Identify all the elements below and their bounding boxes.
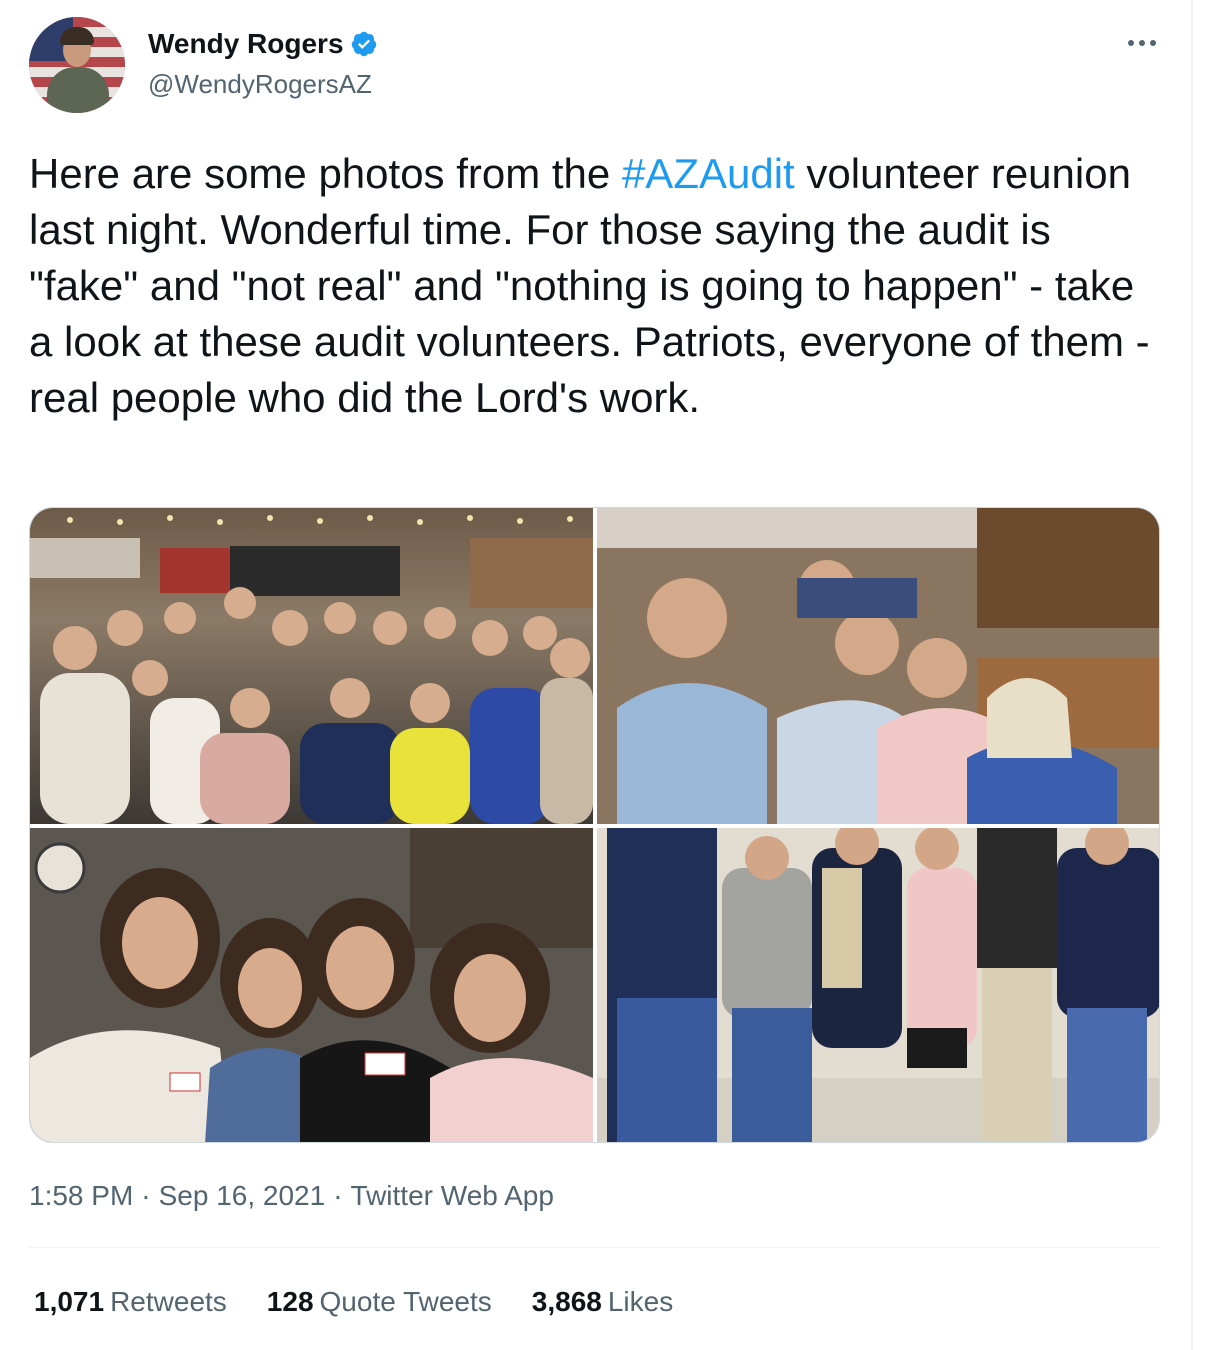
tweet-source[interactable]: Twitter Web App [351, 1176, 554, 1216]
retweets-label: Retweets [110, 1286, 227, 1317]
photo-2-image [597, 508, 1159, 824]
avatar-hair [60, 27, 94, 45]
engagement-stats: 1,071 Retweets 128 Quote Tweets 3,868 Likes [34, 1284, 673, 1320]
verified-badge-icon [351, 31, 376, 57]
likes-stat[interactable]: 3,868 Likes [532, 1284, 673, 1320]
meta-separator: · [333, 1180, 343, 1211]
avatar-flight-suit [47, 67, 109, 113]
tweet-text: Here are some photos from the #AZAudit v… [29, 146, 1169, 426]
photo-grid [29, 507, 1160, 1143]
retweets-stat[interactable]: 1,071 Retweets [34, 1284, 227, 1320]
avatar[interactable] [29, 17, 125, 113]
more-options-icon[interactable] [1122, 28, 1162, 58]
retweets-count: 1,071 [34, 1286, 105, 1317]
tweet-metadata: 1:58 PM · Sep 16, 2021 · Twitter Web App [29, 1176, 554, 1216]
author-handle[interactable]: @WendyRogersAZ [148, 66, 372, 102]
tweet-text-part: Here are some photos from the [29, 150, 622, 197]
photo-4[interactable] [597, 828, 1159, 1142]
quote-tweets-stat[interactable]: 128 Quote Tweets [267, 1284, 492, 1320]
hashtag-link[interactable]: #AZAudit [622, 150, 795, 197]
photo-4-image [597, 828, 1159, 1142]
quote-tweets-label: Quote Tweets [319, 1286, 492, 1317]
author-display-name[interactable]: Wendy Rogers [148, 26, 344, 62]
likes-label: Likes [607, 1286, 674, 1317]
photo-1-image [30, 508, 593, 824]
author-name-row[interactable]: Wendy Rogers [148, 26, 378, 62]
likes-count: 3,868 [531, 1286, 602, 1317]
meta-separator: · [141, 1180, 151, 1211]
photo-1[interactable] [30, 508, 593, 824]
photo-3-image [30, 828, 593, 1142]
photo-2[interactable] [597, 508, 1159, 824]
quote-tweets-count: 128 [266, 1286, 314, 1317]
tweet-time[interactable]: 1:58 PM [29, 1176, 133, 1216]
column-border [1191, 0, 1193, 1350]
photo-3[interactable] [30, 828, 593, 1142]
tweet-date[interactable]: Sep 16, 2021 [159, 1176, 326, 1216]
tweet: Wendy Rogers @WendyRogersAZ Here are som… [0, 0, 1191, 1350]
divider [29, 1247, 1160, 1248]
